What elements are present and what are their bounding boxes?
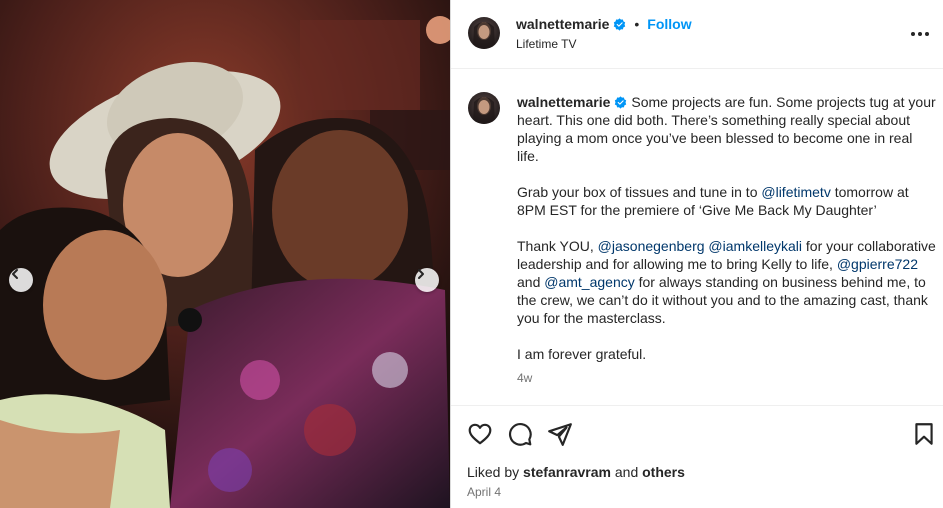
mention-link[interactable]: @iamkelleykali xyxy=(708,238,802,254)
post-date[interactable]: April 4 xyxy=(467,485,501,499)
mention-link[interactable]: @amt_agency xyxy=(544,274,634,290)
caption-section: walnettemarie Some projects are fun. Som… xyxy=(451,70,943,404)
caption-paragraph-1: walnettemarie Some projects are fun. Som… xyxy=(517,93,937,165)
verified-badge-icon xyxy=(615,96,627,109)
comment-icon[interactable] xyxy=(507,421,533,447)
separator-dot: • xyxy=(634,16,640,32)
mention-link[interactable]: @lifetimetv xyxy=(761,184,830,200)
likes-and: and xyxy=(610,464,643,480)
post-location[interactable]: Lifetime TV xyxy=(516,37,576,51)
caption-text-span: Grab your box of tissues and tune in to xyxy=(517,184,762,200)
post-photo[interactable] xyxy=(0,0,450,508)
more-options-icon xyxy=(911,32,929,36)
caption-paragraph-3: Thank YOU, @jasonegenberg @iamkelleykali… xyxy=(517,237,937,327)
caption-author-avatar[interactable] xyxy=(468,92,500,124)
more-options-button[interactable] xyxy=(908,22,932,46)
likes-prefix: Liked by xyxy=(467,464,524,480)
post-photo-illustration xyxy=(0,0,450,508)
mention-link[interactable]: @jasonegenberg xyxy=(598,238,705,254)
heart-icon[interactable] xyxy=(467,421,493,447)
verified-badge-icon xyxy=(614,17,626,31)
caption-paragraph-2: Grab your box of tissues and tune in to … xyxy=(517,183,937,219)
avatar-image xyxy=(473,22,495,49)
caption-text-span: and xyxy=(517,274,545,290)
post-actions: Liked by stefanravram and others April 4 xyxy=(451,405,943,508)
liked-by-others[interactable]: others xyxy=(642,464,685,480)
caption-text-span: Thank YOU, xyxy=(517,238,598,254)
carousel-prev-button[interactable] xyxy=(9,268,33,292)
follow-button[interactable]: Follow xyxy=(647,16,691,32)
likes-summary: Liked by stefanravram and others xyxy=(467,464,685,480)
chevron-right-icon xyxy=(418,269,424,279)
caption-timestamp[interactable]: 4w xyxy=(517,371,532,385)
caption-username[interactable]: walnettemarie xyxy=(517,94,610,110)
liked-by-user[interactable]: stefanravram xyxy=(523,464,611,480)
mention-link[interactable]: @gpierre722 xyxy=(837,256,918,272)
caption-paragraph-4: I am forever grateful. xyxy=(517,346,647,362)
caption-text: walnettemarie Some projects are fun. Som… xyxy=(517,93,937,381)
carousel-next-button[interactable] xyxy=(415,268,439,292)
post-header: walnettemarie • Follow Lifetime TV xyxy=(451,0,943,69)
avatar-image xyxy=(473,97,495,124)
chevron-left-icon xyxy=(12,269,18,279)
header-user-row: walnettemarie • Follow xyxy=(516,16,692,32)
post-details-panel: walnettemarie • Follow Lifetime TV walne… xyxy=(450,0,943,508)
bookmark-icon[interactable] xyxy=(911,421,937,447)
author-username[interactable]: walnettemarie xyxy=(516,16,609,32)
share-icon[interactable] xyxy=(547,421,573,447)
author-avatar[interactable] xyxy=(468,17,500,49)
